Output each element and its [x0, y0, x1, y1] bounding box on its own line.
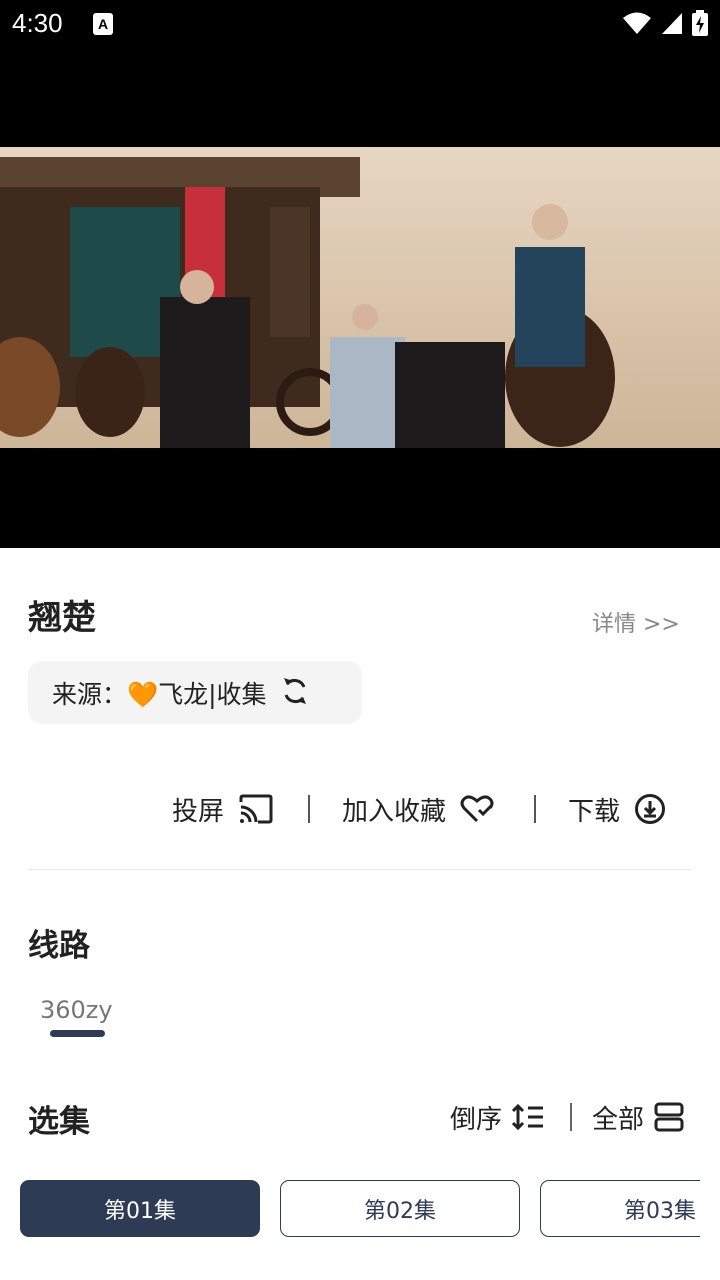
video-title: 翘楚 — [28, 598, 96, 638]
list-grid-icon — [654, 1102, 684, 1132]
notification-a-icon: A — [93, 13, 113, 35]
reverse-order-label: 倒序 — [450, 1104, 503, 1135]
status-icons — [622, 10, 708, 36]
action-row: 投屏 加入收藏 下载 — [0, 778, 720, 840]
episode-list: 第01集 第02集 第03集 — [0, 1180, 700, 1238]
cast-icon — [238, 794, 274, 824]
heart-check-icon — [460, 794, 494, 824]
add-favorite-button[interactable]: 加入收藏 — [342, 778, 494, 840]
action-separator — [534, 795, 536, 823]
refresh-icon[interactable] — [279, 673, 311, 713]
action-separator — [308, 795, 310, 823]
all-episodes-button[interactable]: 全部 — [592, 1096, 684, 1138]
reverse-order-button[interactable]: 倒序 — [450, 1096, 544, 1138]
episode-item[interactable]: 第01集 — [20, 1180, 260, 1237]
cast-button[interactable]: 投屏 — [172, 778, 274, 840]
all-episodes-label: 全部 — [592, 1104, 645, 1135]
wifi-icon — [623, 12, 651, 34]
sort-icon — [512, 1103, 544, 1131]
details-link[interactable]: 详情 >> — [592, 606, 680, 638]
download-button[interactable]: 下载 — [568, 778, 666, 840]
signal-icon — [662, 13, 682, 34]
route-tab-indicator — [50, 1030, 105, 1037]
download-icon — [634, 793, 666, 825]
episodes-title: 选集 — [28, 1104, 90, 1140]
favorite-label: 加入收藏 — [342, 796, 447, 827]
source-label: 来源：🧡飞龙|收集 — [52, 679, 267, 709]
routes-title: 线路 — [28, 928, 90, 964]
episode-item[interactable]: 第02集 — [280, 1180, 520, 1237]
battery-icon — [692, 10, 708, 36]
route-tab[interactable]: 360zy — [40, 996, 113, 1024]
source-selector[interactable]: 来源：🧡飞龙|收集 — [28, 661, 362, 724]
status-bar: 4:30 A — [0, 0, 720, 48]
status-time: 4:30 — [12, 8, 63, 38]
episode-item[interactable]: 第03集 — [540, 1180, 700, 1237]
order-separator — [570, 1103, 572, 1131]
divider — [28, 869, 691, 870]
video-frame — [0, 147, 720, 448]
download-label: 下载 — [568, 796, 621, 827]
video-player[interactable] — [0, 48, 720, 548]
cast-label: 投屏 — [172, 796, 225, 827]
